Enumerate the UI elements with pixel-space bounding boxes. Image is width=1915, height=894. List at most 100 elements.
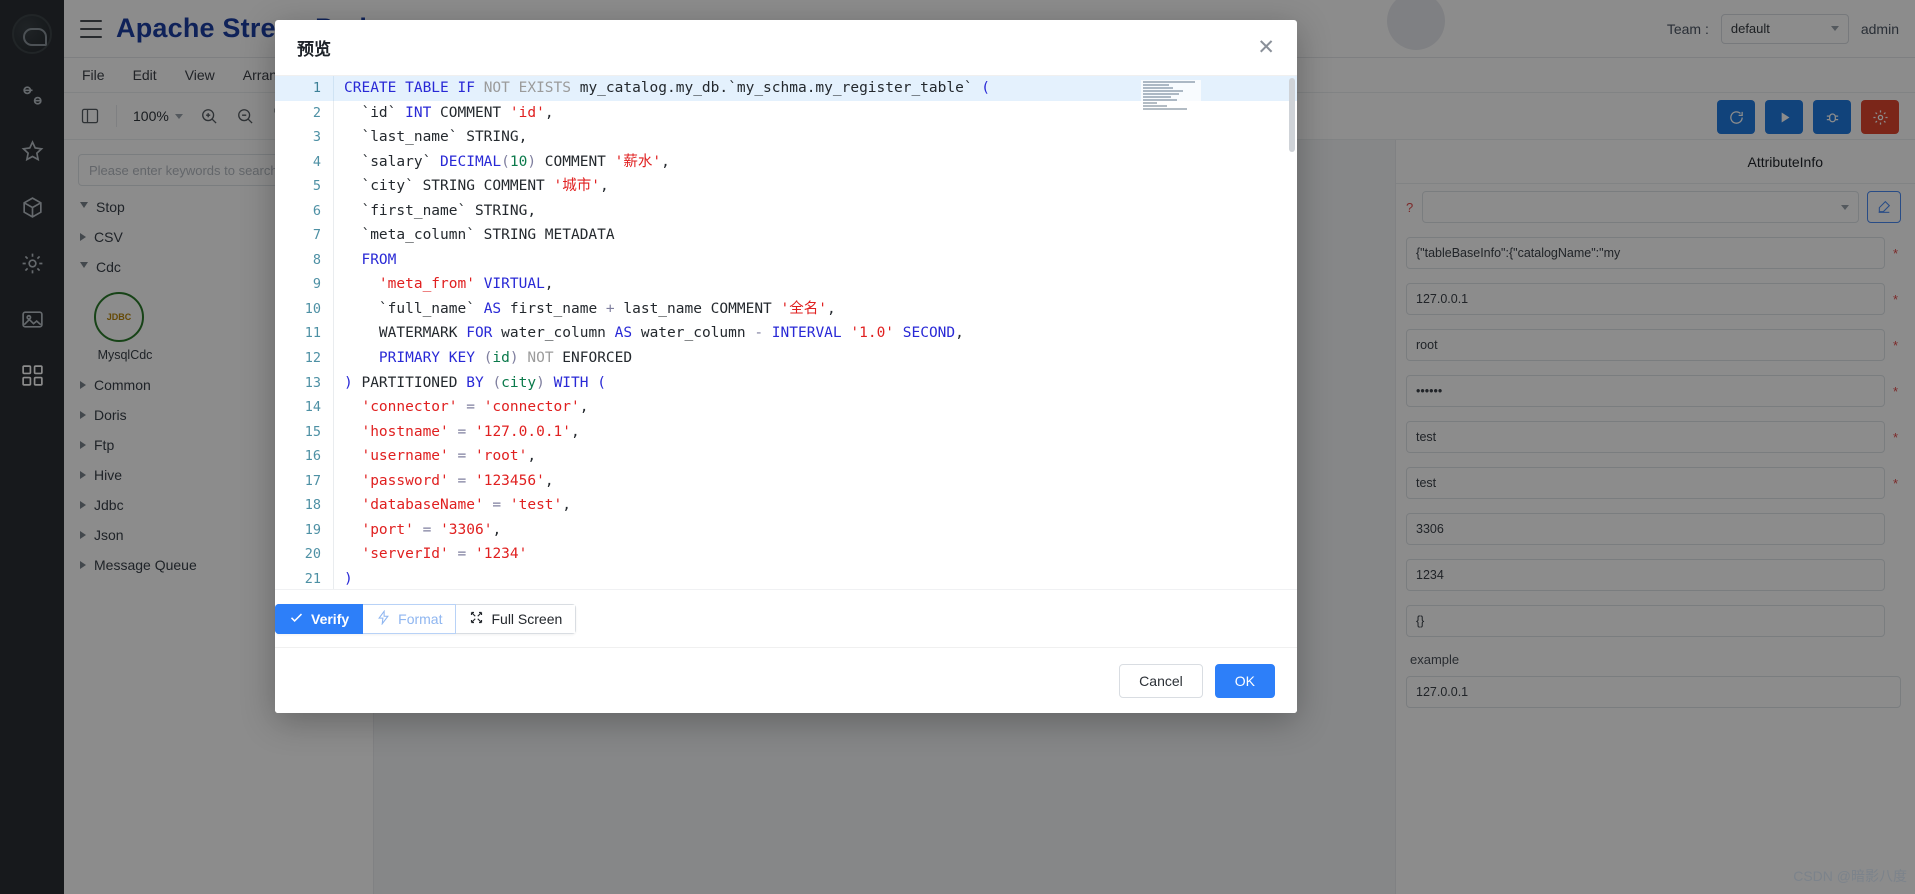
code-token: id bbox=[492, 350, 510, 367]
code-line[interactable]: 18 'databaseName' = 'test', bbox=[275, 493, 1297, 518]
code-lines-container[interactable]: 1 CREATE TABLE IF NOT EXISTS my_catalog.m… bbox=[275, 76, 1297, 647]
code-token: ( bbox=[501, 153, 510, 170]
line-number: 11 bbox=[304, 325, 321, 342]
code-line[interactable]: 5 `city` STRING COMMENT '城市', bbox=[275, 174, 1297, 199]
code-text[interactable]: PRIMARY KEY (id) NOT ENFORCED bbox=[333, 346, 1297, 371]
code-text[interactable]: 'password' = '123456', bbox=[333, 468, 1297, 494]
code-token: PARTITIONED bbox=[352, 374, 467, 391]
fullscreen-button[interactable]: Full Screen bbox=[456, 603, 577, 634]
code-text[interactable]: 'port' = '3306', bbox=[333, 517, 1297, 543]
code-line[interactable]: 20 'serverId' = '1234' bbox=[275, 542, 1297, 567]
editor-toolbar-group: Verify Format Full Screen bbox=[275, 603, 577, 634]
code-token: 10 bbox=[509, 153, 528, 170]
format-button[interactable]: Format bbox=[363, 603, 457, 634]
code-token: last_name COMMENT bbox=[614, 300, 781, 317]
code-token: ( bbox=[981, 80, 991, 96]
code-token: , bbox=[579, 399, 589, 416]
code-line[interactable]: 9 'meta_from' VIRTUAL, bbox=[275, 272, 1297, 297]
line-number: 15 bbox=[304, 423, 321, 440]
code-token: ) bbox=[527, 153, 537, 170]
code-line[interactable]: 7 `meta_column` STRING METADATA bbox=[275, 223, 1297, 248]
code-text[interactable]: WATERMARK FOR water_column AS water_colu… bbox=[333, 321, 1297, 347]
code-token: 'connector' bbox=[483, 399, 580, 416]
code-text[interactable]: 'username' = 'root', bbox=[333, 444, 1297, 469]
code-token: + bbox=[605, 300, 615, 317]
code-token: 'root' bbox=[474, 448, 528, 465]
code-text[interactable]: `last_name` STRING, bbox=[333, 125, 1297, 150]
code-line[interactable]: 8 FROM bbox=[275, 247, 1297, 273]
code-line[interactable]: 13) PARTITIONED BY (city) WITH ( bbox=[275, 370, 1297, 396]
code-text[interactable]: 'connector' = 'connector', bbox=[333, 395, 1297, 420]
code-token: = bbox=[448, 423, 475, 440]
code-token: AS bbox=[483, 300, 502, 317]
code-token: , bbox=[571, 423, 580, 440]
code-line[interactable]: 12 PRIMARY KEY (id) NOT ENFORCED bbox=[275, 346, 1297, 371]
code-token: ENFORCED bbox=[553, 350, 633, 367]
code-token: 'connector' bbox=[361, 399, 458, 416]
editor-toolbar: Verify Format Full Screen bbox=[275, 589, 1297, 647]
code-token: ) bbox=[344, 374, 353, 391]
code-text[interactable]: `meta_column` STRING METADATA bbox=[333, 223, 1297, 248]
code-text[interactable]: `salary` DECIMAL(10) COMMENT '薪水', bbox=[333, 149, 1297, 175]
code-token: water_column bbox=[632, 325, 755, 342]
code-text[interactable]: `first_name` STRING, bbox=[333, 198, 1297, 224]
code-token: INTERVAL bbox=[771, 325, 842, 342]
close-icon[interactable]: ✕ bbox=[1257, 37, 1275, 58]
line-number: 7 bbox=[312, 227, 321, 244]
verify-button[interactable]: Verify bbox=[275, 603, 364, 634]
preview-modal: 预览 ✕ 1 CREATE TABLE IF NOT EXISTS my_cata… bbox=[275, 20, 1297, 713]
code-token: '薪水' bbox=[614, 153, 662, 170]
line-number: 9 bbox=[312, 276, 321, 293]
code-token: `last_name` STRING, bbox=[344, 129, 528, 146]
code-text[interactable]: 'meta_from' VIRTUAL, bbox=[333, 272, 1297, 297]
code-token: 'databaseName' bbox=[361, 497, 484, 514]
line-number: 10 bbox=[304, 300, 321, 317]
code-token: 'id' bbox=[509, 104, 545, 121]
code-line[interactable]: 11 WATERMARK FOR water_column AS water_c… bbox=[275, 321, 1297, 347]
code-token: FOR bbox=[466, 325, 493, 342]
code-text[interactable]: ) bbox=[333, 566, 1297, 592]
code-line[interactable]: 15 'hostname' = '127.0.0.1', bbox=[275, 419, 1297, 445]
code-line[interactable]: 4 `salary` DECIMAL(10) COMMENT '薪水', bbox=[275, 149, 1297, 175]
code-token: `id` bbox=[344, 104, 406, 121]
code-token: = bbox=[448, 448, 475, 465]
editor-minimap[interactable] bbox=[1141, 80, 1201, 120]
code-text[interactable]: 'hostname' = '127.0.0.1', bbox=[333, 419, 1297, 445]
line-number: 21 bbox=[304, 570, 321, 587]
line-number: 8 bbox=[312, 251, 321, 268]
code-text[interactable]: FROM bbox=[333, 247, 1297, 273]
code-line[interactable]: 16 'username' = 'root', bbox=[275, 444, 1297, 469]
code-editor[interactable]: 1 CREATE TABLE IF NOT EXISTS my_catalog.m… bbox=[275, 76, 1297, 647]
code-token: `city` STRING COMMENT bbox=[344, 178, 554, 195]
cancel-button[interactable]: Cancel bbox=[1119, 663, 1203, 698]
check-icon bbox=[289, 610, 304, 628]
code-text[interactable]: 'serverId' = '1234' bbox=[333, 542, 1297, 567]
code-token: BY bbox=[466, 374, 484, 391]
code-text[interactable]: ) PARTITIONED BY (city) WITH ( bbox=[333, 370, 1297, 396]
code-line[interactable]: 3 `last_name` STRING, bbox=[275, 125, 1297, 150]
code-line[interactable]: 19 'port' = '3306', bbox=[275, 517, 1297, 543]
code-line[interactable]: 6 `first_name` STRING, bbox=[275, 198, 1297, 224]
editor-scrollbar[interactable] bbox=[1289, 78, 1295, 152]
code-line[interactable]: 10 `full_name` AS first_name + last_name… bbox=[275, 296, 1297, 322]
line-number: 12 bbox=[304, 350, 321, 367]
code-token: first_name bbox=[501, 300, 606, 317]
code-text[interactable]: 'databaseName' = 'test', bbox=[333, 493, 1297, 518]
code-line[interactable]: 17 'password' = '123456', bbox=[275, 468, 1297, 494]
code-token: 'password' bbox=[361, 472, 449, 489]
code-token: , bbox=[544, 472, 554, 489]
line-number: 4 bbox=[312, 153, 321, 170]
code-token: , bbox=[562, 497, 572, 514]
line-number: 16 bbox=[304, 448, 321, 465]
code-token: WATERMARK bbox=[344, 325, 467, 342]
code-text[interactable]: `city` STRING COMMENT '城市', bbox=[333, 174, 1297, 199]
ok-button[interactable]: OK bbox=[1214, 663, 1275, 698]
code-text[interactable]: `full_name` AS first_name + last_name CO… bbox=[333, 296, 1297, 322]
code-line[interactable]: 14 'connector' = 'connector', bbox=[275, 395, 1297, 420]
code-line[interactable]: 21) bbox=[275, 566, 1297, 592]
code-token: `full_name` bbox=[344, 300, 484, 317]
